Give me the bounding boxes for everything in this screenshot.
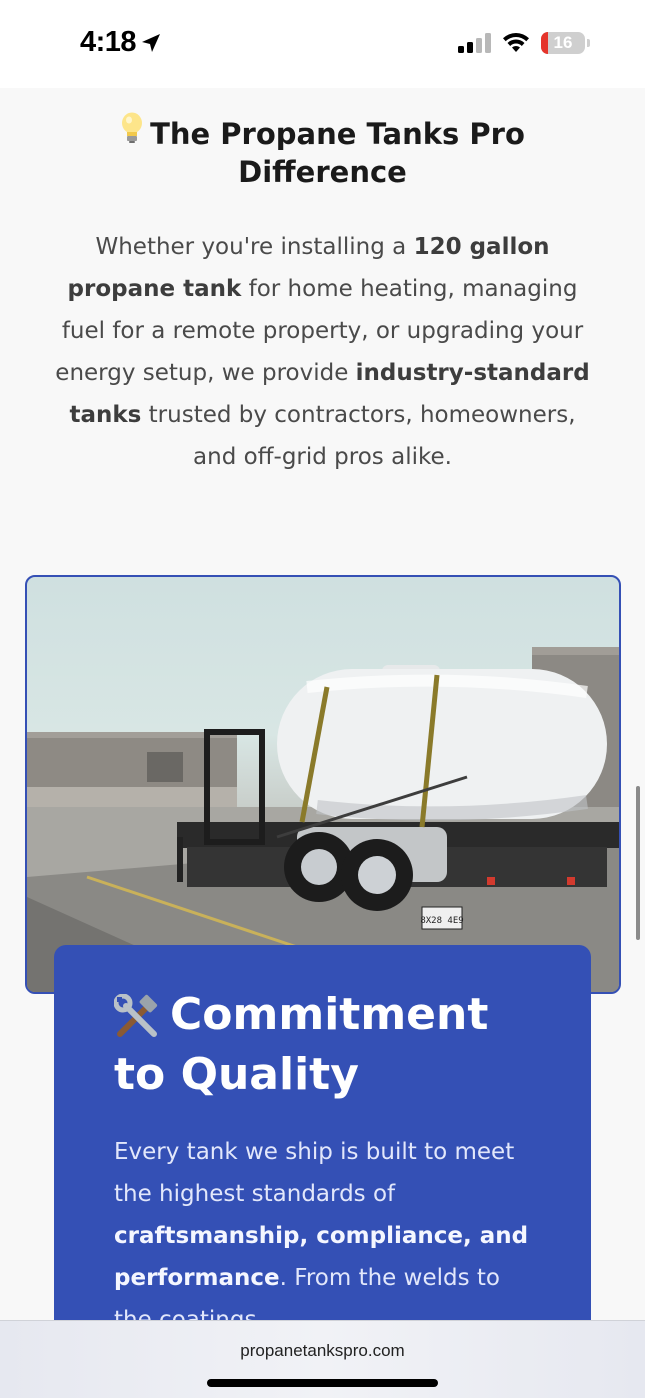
status-time: 4:18 xyxy=(80,26,137,58)
card-title: Commitment to Quality xyxy=(114,985,531,1105)
page-scrollbar[interactable] xyxy=(636,786,640,940)
wifi-icon xyxy=(503,32,529,52)
url-text[interactable]: propanetankspro.com xyxy=(0,1341,645,1361)
battery-icon: 16 xyxy=(541,32,585,54)
license-plate: 8X28 4E9 xyxy=(420,916,463,926)
location-arrow-icon xyxy=(142,34,160,52)
web-page-content[interactable]: The Propane Tanks Pro Difference Whether… xyxy=(0,88,645,1320)
status-bar: 4:18 16 xyxy=(0,0,645,88)
section-title-text: The Propane Tanks Pro Difference xyxy=(150,117,525,189)
section-heading: The Propane Tanks Pro Difference xyxy=(90,112,555,191)
intro-text-1: Whether you're installing a xyxy=(95,234,414,260)
card-body-text-1: Every tank we ship is built to meet the … xyxy=(114,1139,515,1207)
intro-paragraph: Whether you're installing a 120 gallon p… xyxy=(55,226,590,478)
intro-text-3: trusted by contractors, homeowners, and … xyxy=(141,402,576,470)
card-body: Every tank we ship is built to meet the … xyxy=(114,1131,531,1320)
cellular-signal-icon xyxy=(458,33,491,53)
browser-address-bar[interactable]: propanetankspro.com xyxy=(0,1320,645,1398)
card-title-text: Commitment to Quality xyxy=(114,989,489,1100)
light-bulb-icon xyxy=(122,112,143,143)
quality-card: Commitment to Quality Every tank we ship… xyxy=(54,945,591,1320)
hammer-wrench-icon xyxy=(114,994,158,1037)
battery-tip xyxy=(587,39,590,47)
propane-tank-trailer-photo: 8X28 4E9 xyxy=(25,575,621,994)
home-indicator[interactable] xyxy=(207,1379,438,1387)
battery-percent: 16 xyxy=(553,33,573,52)
